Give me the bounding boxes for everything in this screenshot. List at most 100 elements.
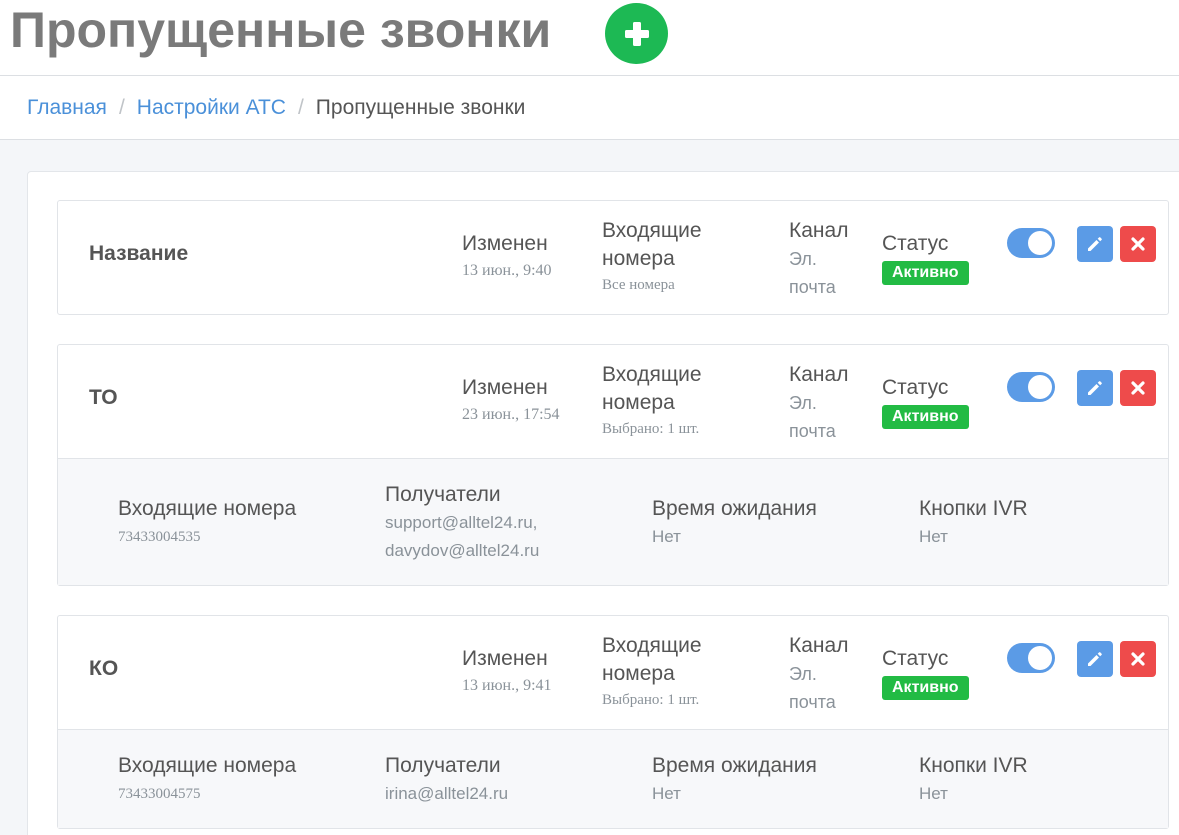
channel-column: Канал Эл. почта — [789, 217, 869, 301]
channel-label: Канал — [789, 634, 849, 657]
rule-name: ТО — [89, 386, 118, 409]
channel-column: Канал Эл. почта — [789, 361, 869, 445]
channel-value-line2: почта — [789, 692, 836, 712]
incoming-label-line2: номера — [602, 247, 675, 270]
toggle-knob — [1028, 646, 1052, 670]
details-wait-column: Время ожидания Нет — [652, 752, 817, 808]
missed-call-rule-card: Название Изменен 13 июн., 9:40 Входящие … — [57, 200, 1169, 315]
details-wait-label: Время ожидания — [652, 497, 817, 520]
details-ivr-column: Кнопки IVR Нет — [919, 495, 1028, 551]
details-incoming-value: 73433004535 — [118, 529, 201, 545]
card-summary-row[interactable]: Название Изменен 13 июн., 9:40 Входящие … — [58, 201, 1168, 314]
modified-label: Изменен — [462, 232, 548, 255]
details-ivr-label: Кнопки IVR — [919, 754, 1028, 777]
delete-button[interactable] — [1120, 370, 1156, 406]
details-recipients-column: Получатели irina@alltel24.ru — [385, 752, 508, 808]
edit-button[interactable] — [1077, 641, 1113, 677]
details-ivr-value: Нет — [919, 784, 948, 803]
missed-call-rule-card: ТО Изменен 23 июн., 17:54 Входящие номер… — [57, 344, 1169, 586]
modified-value: 13 июн., 9:41 — [462, 677, 552, 694]
breadcrumb-home-link[interactable]: Главная — [27, 96, 107, 120]
details-incoming-label: Входящие номера — [118, 497, 297, 520]
channel-value-line1: Эл. — [789, 393, 817, 413]
details-incoming-value: 73433004575 — [118, 786, 201, 802]
status-column: Статус Активно — [882, 374, 969, 429]
incoming-value: Все номера — [602, 277, 675, 293]
modified-label: Изменен — [462, 647, 548, 670]
breadcrumb-separator: / — [297, 95, 304, 119]
incoming-column: Входящие номера Выбрано: 1 шт. — [602, 361, 742, 438]
incoming-column: Входящие номера Выбрано: 1 шт. — [602, 632, 742, 709]
status-label: Статус — [882, 647, 949, 670]
channel-value-line2: почта — [789, 277, 836, 297]
details-incoming-label: Входящие номера — [118, 754, 297, 777]
details-incoming-column: Входящие номера 73433004535 — [118, 495, 296, 546]
details-recipients-column: Получатели support@alltel24.ru, davydov@… — [385, 481, 539, 565]
edit-button[interactable] — [1077, 370, 1113, 406]
incoming-value: Выбрано: 1 шт. — [602, 421, 700, 437]
details-wait-column: Время ожидания Нет — [652, 495, 817, 551]
channel-column: Канал Эл. почта — [789, 632, 869, 716]
incoming-label-line1: Входящие — [602, 634, 702, 657]
details-ivr-label: Кнопки IVR — [919, 497, 1028, 520]
enable-toggle[interactable] — [1007, 643, 1055, 673]
rule-name: Название — [89, 242, 189, 265]
channel-value-line1: Эл. — [789, 249, 817, 269]
close-icon — [1131, 652, 1145, 666]
edit-button[interactable] — [1077, 226, 1113, 262]
incoming-label-line2: номера — [602, 391, 675, 414]
incoming-label-line2: номера — [602, 662, 675, 685]
breadcrumb-pbx-settings-link[interactable]: Настройки АТС — [137, 96, 286, 120]
page-title: Пропущенные звонки — [10, 2, 552, 58]
page-header: Пропущенные звонки — [0, 0, 1179, 76]
details-recipients-label: Получатели — [385, 483, 501, 506]
details-recipient-email: irina@alltel24.ru — [385, 784, 509, 803]
channel-label: Канал — [789, 219, 849, 242]
breadcrumb-separator: / — [118, 95, 125, 119]
plus-icon — [624, 21, 649, 46]
toggle-knob — [1028, 231, 1052, 255]
details-wait-label: Время ожидания — [652, 754, 817, 777]
close-icon — [1131, 237, 1145, 251]
details-recipient-email: davydov@alltel24.ru — [385, 541, 540, 560]
modified-value: 13 июн., 9:40 — [462, 262, 552, 279]
incoming-column: Входящие номера Все номера — [602, 217, 742, 294]
delete-button[interactable] — [1120, 226, 1156, 262]
breadcrumb-current: Пропущенные звонки — [315, 95, 526, 119]
details-incoming-column: Входящие номера 73433004575 — [118, 752, 296, 803]
add-button[interactable] — [605, 3, 668, 64]
enable-toggle[interactable] — [1007, 228, 1055, 258]
incoming-label-line1: Входящие — [602, 363, 702, 386]
status-label: Статус — [882, 376, 949, 399]
missed-call-rule-card: КО Изменен 13 июн., 9:41 Входящие номера… — [57, 615, 1169, 829]
card-summary-row[interactable]: ТО Изменен 23 июн., 17:54 Входящие номер… — [58, 345, 1168, 458]
channel-value-line1: Эл. — [789, 664, 817, 684]
details-recipient-email: support@alltel24.ru, — [385, 513, 538, 532]
details-recipients-label: Получатели — [385, 754, 501, 777]
card-summary-row[interactable]: КО Изменен 13 июн., 9:41 Входящие номера… — [58, 616, 1168, 729]
pencil-icon — [1088, 381, 1102, 395]
pencil-icon — [1088, 652, 1102, 666]
toggle-knob — [1028, 375, 1052, 399]
modified-column: Изменен 13 июн., 9:41 — [462, 645, 552, 695]
status-badge: Активно — [882, 676, 969, 700]
rule-name: КО — [89, 657, 119, 680]
modified-column: Изменен 23 июн., 17:54 — [462, 374, 560, 424]
close-icon — [1131, 381, 1145, 395]
status-badge: Активно — [882, 405, 969, 429]
channel-value-line2: почта — [789, 421, 836, 441]
status-label: Статус — [882, 232, 949, 255]
pencil-icon — [1088, 237, 1102, 251]
incoming-label-line1: Входящие — [602, 219, 702, 242]
status-column: Статус Активно — [882, 230, 969, 285]
modified-value: 23 июн., 17:54 — [462, 406, 560, 423]
details-wait-value: Нет — [652, 527, 681, 546]
enable-toggle[interactable] — [1007, 372, 1055, 402]
status-column: Статус Активно — [882, 645, 969, 700]
status-badge: Активно — [882, 261, 969, 285]
details-ivr-column: Кнопки IVR Нет — [919, 752, 1028, 808]
modified-column: Изменен 13 июн., 9:40 — [462, 230, 552, 280]
details-ivr-value: Нет — [919, 527, 948, 546]
delete-button[interactable] — [1120, 641, 1156, 677]
channel-label: Канал — [789, 363, 849, 386]
